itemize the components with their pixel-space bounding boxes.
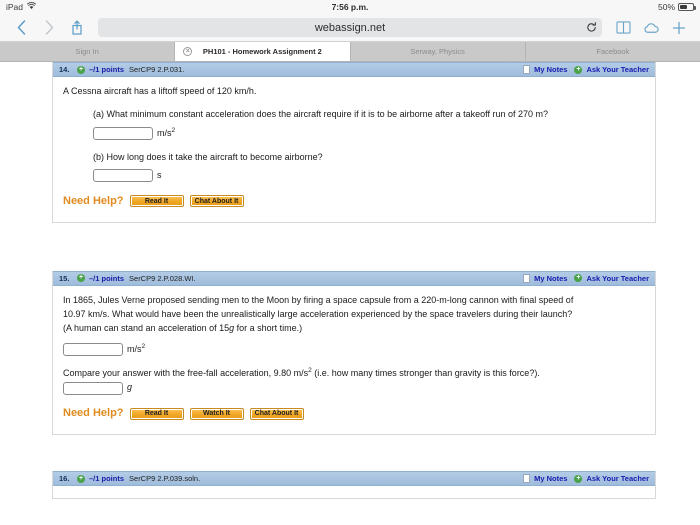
unit-label-a: m/s2 bbox=[157, 126, 176, 138]
tab-sign-in[interactable]: Sign In bbox=[0, 42, 176, 61]
question-points: –/1 points bbox=[89, 273, 125, 283]
question-part-b: (b) How long does it take the aircraft t… bbox=[93, 151, 645, 165]
tab-ph101-homework-assignment-2[interactable]: × PH101 - Homework Assignment 2 bbox=[175, 42, 351, 61]
question-code: SerCP9 2.P.039.soln. bbox=[129, 474, 201, 484]
question-intro-line2: 10.97 km/s. What would have been the unr… bbox=[63, 308, 573, 319]
question-card-14: 14. + –/1 points SerCP9 2.P.031. My Note… bbox=[52, 62, 656, 223]
question-points: –/1 points bbox=[89, 474, 125, 484]
ask-teacher-icon[interactable]: + bbox=[574, 274, 583, 283]
question-header-actions: My Notes + Ask Your Teacher bbox=[523, 65, 649, 74]
question-intro-line1: In 1865, Jules Verne proposed sending me… bbox=[63, 294, 574, 305]
my-notes-link[interactable]: My Notes bbox=[534, 65, 567, 74]
url-text: webassign.net bbox=[314, 21, 386, 34]
answer-row-b: s bbox=[93, 169, 645, 183]
tab-bar: Sign In × PH101 - Homework Assignment 2 … bbox=[0, 42, 700, 62]
part-a-text: (a) What minimum constant acceleration d… bbox=[93, 108, 549, 119]
ios-status-bar: iPad 7:56 p.m. 50% bbox=[0, 0, 700, 14]
unit-label-2: g bbox=[127, 382, 133, 393]
question-number: 14. bbox=[59, 65, 70, 74]
my-notes-link[interactable]: My Notes bbox=[534, 474, 567, 483]
need-help-label: Need Help? bbox=[63, 407, 124, 420]
question-number: 16. bbox=[59, 474, 70, 484]
chat-about-it-button[interactable]: Chat About It bbox=[249, 407, 304, 420]
cloud-tabs-icon[interactable] bbox=[638, 16, 664, 40]
read-it-button[interactable]: Read It bbox=[129, 407, 184, 420]
question-intro-line3: (A human can stand an acceleration of 15… bbox=[63, 322, 303, 333]
need-help-15: Need Help? Read It Watch It Chat About I… bbox=[63, 405, 645, 422]
read-it-button[interactable]: Read It bbox=[129, 195, 184, 208]
back-button[interactable] bbox=[8, 16, 34, 40]
compare-text: Compare your answer with the free-fall a… bbox=[63, 367, 540, 379]
share-button[interactable] bbox=[64, 16, 90, 40]
unit-label-1: m/s2 bbox=[127, 342, 146, 354]
question-header-16: 16. + –/1 points SerCP9 2.P.039.soln. My… bbox=[53, 471, 655, 487]
webassign-page: 14. + –/1 points SerCP9 2.P.031. My Note… bbox=[0, 62, 700, 525]
answer-input-acceleration[interactable] bbox=[63, 342, 123, 356]
ask-your-teacher-link[interactable]: Ask Your Teacher bbox=[586, 274, 649, 283]
need-help-14: Need Help? Read It Chat About It bbox=[63, 193, 645, 210]
battery-icon bbox=[678, 3, 696, 11]
safari-toolbar: webassign.net bbox=[0, 14, 700, 42]
question-number: 15. bbox=[59, 273, 70, 283]
expand-icon[interactable]: + bbox=[77, 274, 85, 283]
question-card-15: 15. + –/1 points SerCP9 2.P.028.WI. My N… bbox=[52, 270, 656, 436]
answer-input-g-factor[interactable] bbox=[63, 381, 123, 395]
question-card-16: 16. + –/1 points SerCP9 2.P.039.soln. My… bbox=[52, 471, 656, 500]
status-left-group: iPad bbox=[6, 2, 37, 12]
question-body-15: In 1865, Jules Verne proposed sending me… bbox=[53, 286, 655, 435]
notes-icon[interactable] bbox=[523, 474, 531, 484]
expand-icon[interactable]: + bbox=[77, 474, 85, 483]
expand-icon[interactable]: + bbox=[77, 65, 85, 74]
forward-button[interactable] bbox=[36, 16, 62, 40]
part-b-text: (b) How long does it take the aircraft t… bbox=[93, 151, 323, 162]
answer-input-a[interactable] bbox=[93, 126, 153, 140]
question-code: SerCP9 2.P.031. bbox=[129, 65, 185, 74]
tab-label: Facebook bbox=[596, 47, 630, 56]
question-header-actions: My Notes + Ask Your Teacher bbox=[523, 273, 649, 283]
question-points: –/1 points bbox=[89, 65, 125, 74]
address-bar[interactable]: webassign.net bbox=[98, 18, 602, 37]
bookmarks-icon[interactable] bbox=[610, 16, 636, 40]
question-body-16 bbox=[53, 486, 655, 498]
question-header-15: 15. + –/1 points SerCP9 2.P.028.WI. My N… bbox=[53, 270, 655, 286]
question-body-14: A Cessna aircraft has a liftoff speed of… bbox=[53, 77, 655, 222]
question-code: SerCP9 2.P.028.WI. bbox=[129, 273, 196, 283]
question-part-a: (a) What minimum constant acceleration d… bbox=[93, 108, 645, 122]
answer-input-b[interactable] bbox=[93, 169, 153, 183]
question-header-14: 14. + –/1 points SerCP9 2.P.031. My Note… bbox=[53, 62, 655, 77]
notes-icon[interactable] bbox=[523, 273, 531, 283]
reload-icon[interactable] bbox=[582, 20, 600, 36]
ask-your-teacher-link[interactable]: Ask Your Teacher bbox=[586, 474, 649, 483]
need-help-label: Need Help? bbox=[63, 194, 124, 207]
ask-teacher-icon[interactable]: + bbox=[574, 65, 583, 74]
chat-about-it-button[interactable]: Chat About It bbox=[189, 195, 244, 208]
tab-serway-physics[interactable]: Serway, Physics bbox=[350, 42, 526, 61]
new-tab-icon[interactable] bbox=[666, 16, 692, 40]
ask-teacher-icon[interactable]: + bbox=[574, 474, 583, 483]
question-header-actions: My Notes + Ask Your Teacher bbox=[523, 474, 649, 484]
question-intro: A Cessna aircraft has a liftoff speed of… bbox=[63, 86, 257, 96]
my-notes-link[interactable]: My Notes bbox=[534, 274, 567, 283]
tab-facebook[interactable]: Facebook bbox=[525, 42, 700, 61]
answer-row-1: m/s2 bbox=[63, 342, 645, 357]
close-icon[interactable]: × bbox=[183, 47, 193, 56]
unit-label-b: s bbox=[157, 169, 162, 180]
answer-row-2: g bbox=[63, 381, 645, 395]
status-time: 7:56 p.m. bbox=[331, 2, 369, 12]
tab-label: Serway, Physics bbox=[410, 47, 465, 56]
wifi-icon bbox=[26, 2, 37, 12]
answer-row-a: m/s2 bbox=[93, 126, 645, 141]
status-right-group: 50% bbox=[657, 2, 696, 12]
notes-icon[interactable] bbox=[523, 65, 531, 74]
battery-percent: 50% bbox=[657, 2, 675, 12]
device-name: iPad bbox=[6, 2, 24, 12]
tab-label: Sign In bbox=[75, 47, 99, 56]
tab-label: PH101 - Homework Assignment 2 bbox=[202, 47, 322, 56]
ask-your-teacher-link[interactable]: Ask Your Teacher bbox=[586, 65, 649, 74]
watch-it-button[interactable]: Watch It bbox=[189, 407, 244, 420]
